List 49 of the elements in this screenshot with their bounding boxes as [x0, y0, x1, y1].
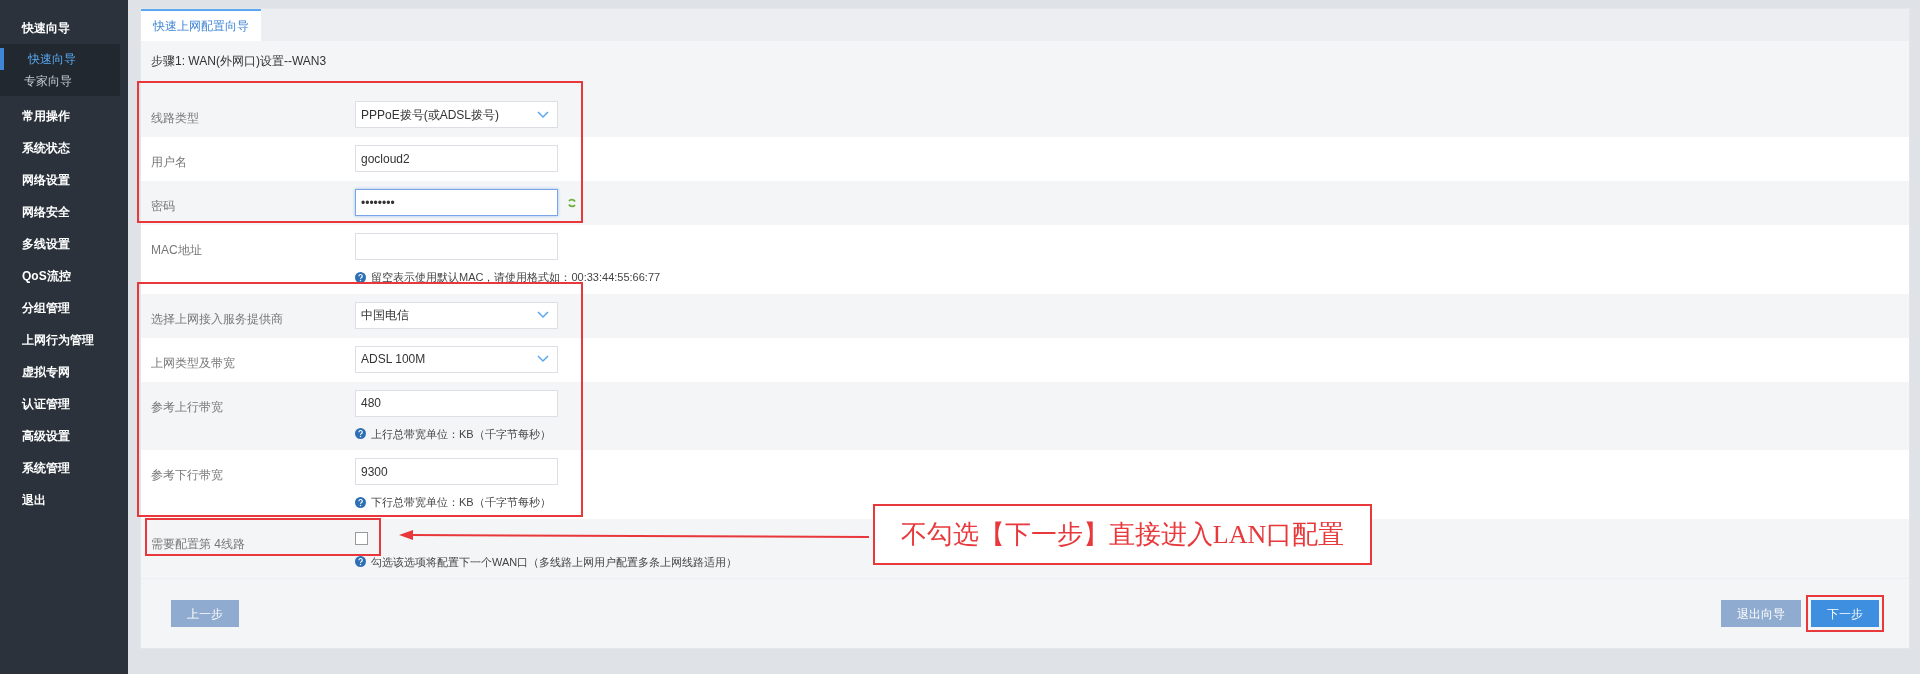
sidebar-item[interactable]: 常用操作	[0, 100, 128, 132]
password-field[interactable]: ••••••••	[355, 189, 558, 216]
refresh-icon[interactable]	[567, 197, 577, 208]
field-label: 密码	[151, 199, 175, 213]
sidebar-item[interactable]: 高级设置	[0, 420, 128, 452]
sidebar-item[interactable]: 网络安全	[0, 196, 128, 228]
checkbox[interactable]	[355, 531, 368, 545]
sidebar-item[interactable]: 快速向导	[0, 12, 128, 44]
field-label: MAC地址	[151, 243, 202, 257]
sidebar-item[interactable]: 系统管理	[0, 452, 128, 484]
chevron-down-icon	[537, 311, 549, 319]
callout: 不勾选【下一步】直接进入LAN口配置	[873, 503, 1372, 565]
hint-text: 下行总带宽单位：KB（千字节每秒）	[371, 495, 551, 510]
hint-text: 留空表示使用默认MAC，请使用格式如：00:33:44:55:66:77	[371, 270, 661, 285]
help-icon	[355, 556, 366, 568]
input-field[interactable]: 480	[355, 389, 558, 417]
field-label: 用户名	[151, 155, 187, 169]
input-field[interactable]: gocloud2	[355, 145, 558, 172]
field-label: 需要配置第 4线路	[151, 536, 245, 551]
sidebar-item[interactable]: 系统状态	[0, 132, 128, 164]
sidebar-item[interactable]: 虚拟专网	[0, 356, 128, 388]
hint-text: 勾选该选项将配置下一个WAN口（多线路上网用户配置多条上网线路适用）	[371, 554, 738, 570]
sidebar-item[interactable]: 多线设置	[0, 228, 128, 260]
input-field[interactable]: 9300	[355, 458, 558, 485]
help-icon	[355, 496, 366, 508]
chevron-down-icon	[537, 355, 549, 363]
help-icon	[355, 271, 366, 283]
sidebar-item[interactable]: 网络设置	[0, 164, 128, 196]
step-title: 步骤1: WAN(外网口)设置--WAN3	[151, 53, 327, 70]
dropdown[interactable]: ADSL 100M	[355, 345, 558, 373]
dropdown[interactable]: PPPoE拨号(或ADSL拨号)	[355, 101, 558, 128]
field-label: 参考上行带宽	[151, 399, 223, 414]
sidebar-item[interactable]: 上网行为管理	[0, 324, 128, 356]
help-icon	[355, 428, 366, 440]
sidebar-item[interactable]: 退出	[0, 484, 128, 516]
sidebar-item[interactable]: QoS流控	[0, 260, 128, 292]
sidebar-item[interactable]: 分组管理	[0, 292, 128, 324]
hint-text: 上行总带宽单位：KB（千字节每秒）	[371, 426, 551, 442]
input-field[interactable]	[355, 233, 558, 260]
field-label: 上网类型及带宽	[151, 355, 235, 370]
field-label: 参考下行带宽	[151, 468, 223, 482]
sidebar-item[interactable]: 认证管理	[0, 388, 128, 420]
chevron-down-icon	[537, 110, 549, 119]
sidebar-subitem[interactable]: 快速向导	[0, 48, 120, 70]
sidebar-subitem[interactable]: 专家向导	[0, 70, 120, 92]
field-label: 线路类型	[151, 111, 199, 125]
dropdown[interactable]: 中国电信	[355, 301, 558, 329]
field-label: 选择上网接入服务提供商	[151, 311, 283, 326]
tab[interactable]: 快速上网配置向导	[141, 9, 261, 41]
